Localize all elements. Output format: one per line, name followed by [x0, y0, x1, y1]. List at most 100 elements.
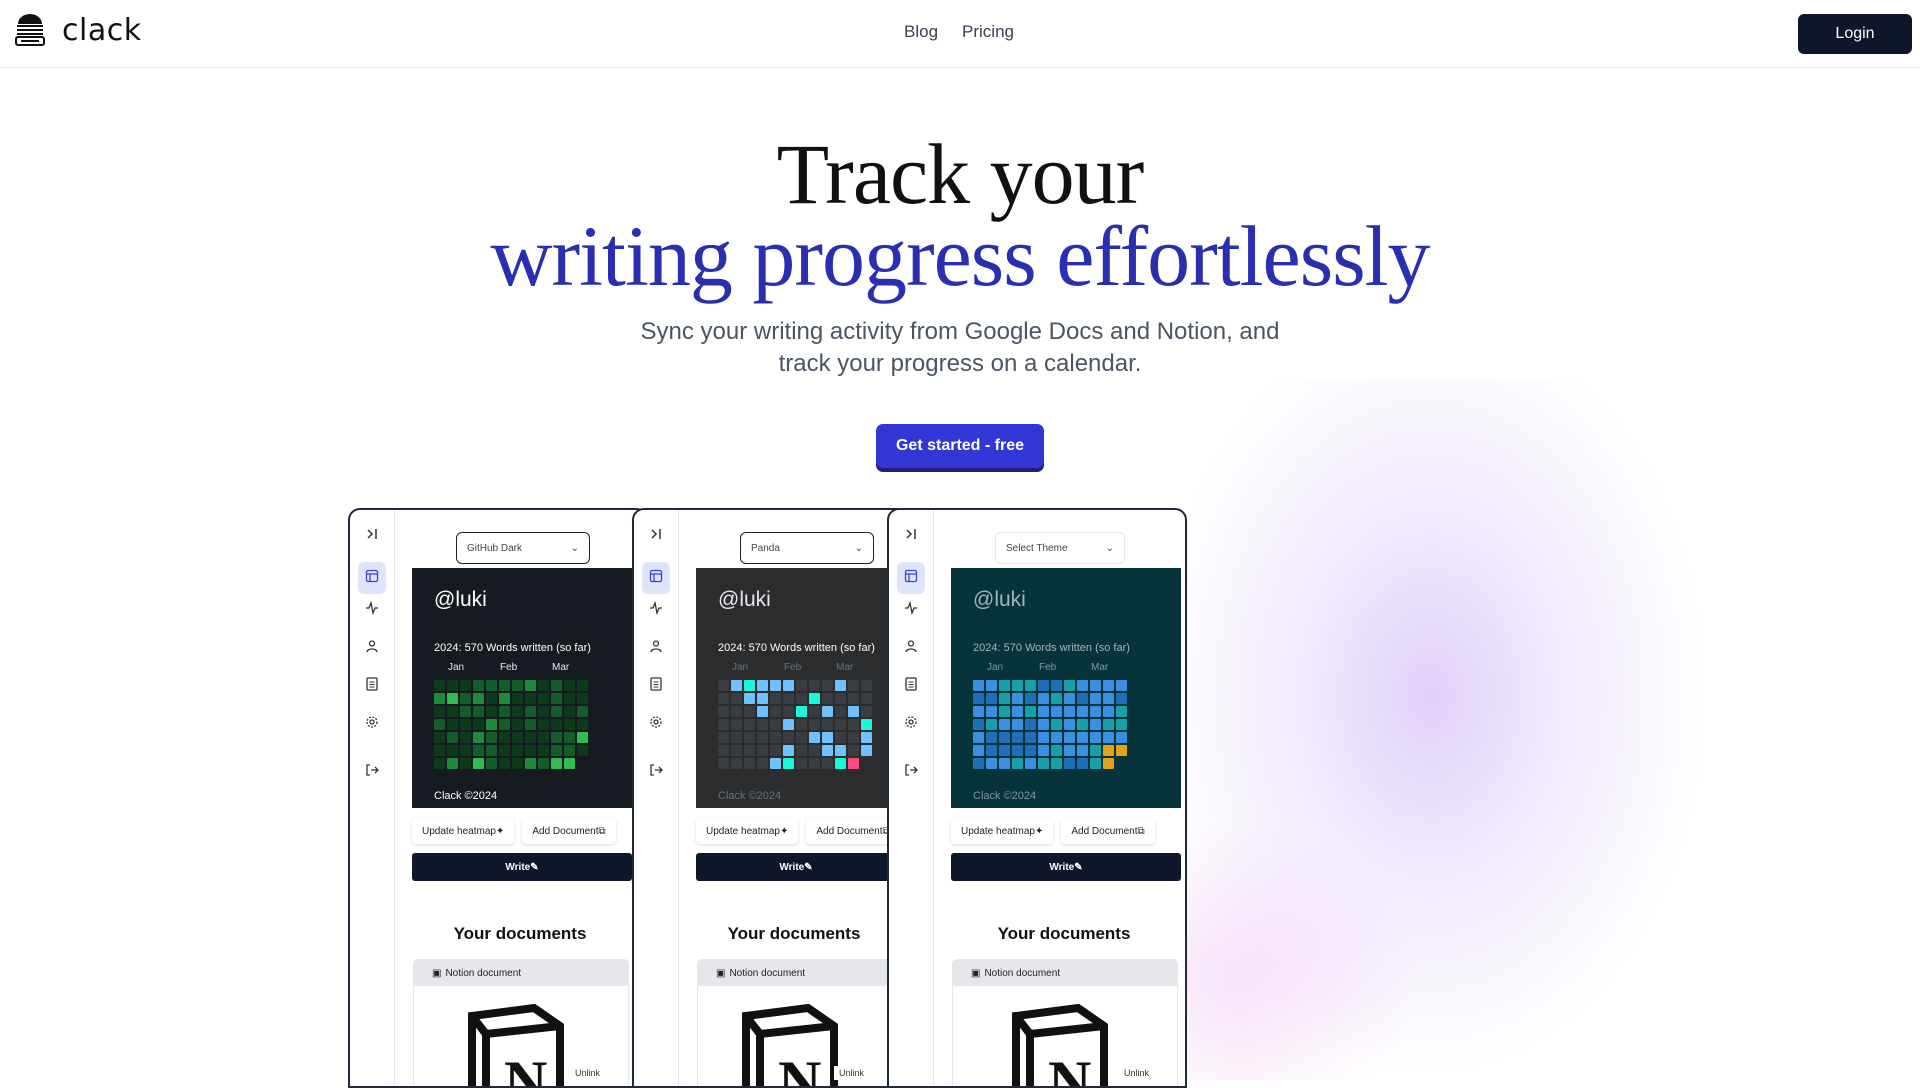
heatmap-cell — [434, 680, 445, 691]
heatmap-cell — [999, 758, 1010, 769]
sidebar-collapse-button[interactable] — [646, 526, 666, 546]
write-button[interactable]: Write ✎ — [696, 853, 896, 881]
heatmap-cell — [486, 706, 497, 717]
add-document-button[interactable]: Add Document ⧉ — [1061, 818, 1155, 844]
update-heatmap-button[interactable]: Update heatmap ✦ — [412, 818, 515, 844]
heatmap-cell — [1116, 693, 1127, 704]
heatmap-cell — [770, 732, 781, 743]
login-button[interactable]: Login — [1798, 14, 1912, 54]
heatmap-cell — [986, 732, 997, 743]
month-label: Mar — [836, 662, 854, 673]
heatmap-cell — [1038, 680, 1049, 691]
heatmap-cell — [744, 693, 755, 704]
notion-document-card[interactable]: ▣ Notion document N Unlink — [698, 960, 892, 1086]
nav-link-blog[interactable]: Blog — [904, 22, 938, 42]
heatmap-cell — [1012, 745, 1023, 756]
heatmap-cell — [783, 745, 794, 756]
heatmap-cell — [822, 745, 833, 756]
sidebar-layout-button[interactable] — [358, 562, 386, 594]
theme-select[interactable]: Panda ⌄ — [740, 532, 874, 564]
unlink-button[interactable]: Unlink — [1119, 1066, 1155, 1080]
update-heatmap-button[interactable]: Update heatmap ✦ — [951, 818, 1054, 844]
add-document-button[interactable]: Add Document ⧉ — [806, 818, 900, 844]
document-icon — [365, 676, 379, 696]
heatmap-cell — [434, 693, 445, 704]
sidebar-logout-button[interactable] — [901, 762, 921, 782]
heatmap-cell — [770, 719, 781, 730]
sidebar-user-button[interactable] — [362, 638, 382, 658]
heatmap-cell — [1103, 745, 1114, 756]
sidebar-logout-button[interactable] — [362, 762, 382, 782]
heatmap-cell — [486, 745, 497, 756]
sidebar-layout-button[interactable] — [642, 562, 670, 594]
heatmap-cell — [499, 758, 510, 769]
sidebar-user-button[interactable] — [901, 638, 921, 658]
heatmap-cell — [835, 693, 846, 704]
sidebar-activity-button[interactable] — [646, 600, 666, 620]
heatmap-cell — [1012, 693, 1023, 704]
unlink-button[interactable]: Unlink — [834, 1066, 870, 1080]
heatmap-cell — [1012, 732, 1023, 743]
app-sidebar — [350, 510, 395, 1086]
heatmap-cell — [1038, 719, 1049, 730]
user-icon — [904, 639, 918, 658]
heatmap-cell — [1025, 719, 1036, 730]
heatmap-cell — [731, 693, 742, 704]
write-button[interactable]: Write ✎ — [412, 853, 632, 881]
month-labels: Jan Feb Mar — [732, 662, 888, 673]
write-button[interactable]: Write ✎ — [951, 853, 1181, 881]
heatmap-cell — [473, 732, 484, 743]
settings-icon — [649, 715, 663, 734]
month-label: Feb — [1039, 662, 1057, 673]
heatmap-cell — [718, 758, 729, 769]
add-document-button[interactable]: Add Document ⧉ — [522, 818, 616, 844]
heatmap-cell — [551, 680, 562, 691]
heatmap-cell — [1025, 758, 1036, 769]
heatmap-cell — [551, 719, 562, 730]
update-heatmap-label: Update heatmap — [422, 825, 496, 837]
sidebar-settings-button[interactable] — [646, 714, 666, 734]
heatmap-cell — [1077, 745, 1088, 756]
sidebar-settings-button[interactable] — [901, 714, 921, 734]
brand-logo[interactable]: clack — [14, 12, 142, 48]
heatmap-cell — [1038, 693, 1049, 704]
sidebar-document-button[interactable] — [362, 676, 382, 696]
heatmap-cell — [551, 693, 562, 704]
heatmap-panel: @luki 2024: 570 Words written (so far) Jan… — [412, 568, 632, 808]
heatmap-cell — [1090, 706, 1101, 717]
get-started-button[interactable]: Get started - free — [876, 424, 1044, 468]
heatmap-cell — [757, 706, 768, 717]
sidebar-document-button[interactable] — [901, 676, 921, 696]
heatmap-cell — [822, 732, 833, 743]
theme-select[interactable]: Select Theme ⌄ — [995, 532, 1125, 564]
heatmap-cell — [986, 680, 997, 691]
layout-icon — [365, 569, 379, 588]
nav-link-pricing[interactable]: Pricing — [962, 22, 1014, 42]
words-written-summary: 2024: 570 Words written (so far) — [973, 642, 1130, 654]
unlink-button[interactable]: Unlink — [570, 1066, 606, 1080]
heatmap-cell — [538, 732, 549, 743]
heatmap-cell — [986, 719, 997, 730]
heatmap-cell — [473, 693, 484, 704]
sidebar-activity-button[interactable] — [362, 600, 382, 620]
sidebar-collapse-button[interactable] — [901, 526, 921, 546]
heatmap-cell — [460, 732, 471, 743]
notion-document-card[interactable]: ▣ Notion document N Unlink — [953, 960, 1177, 1086]
sidebar-collapse-button[interactable] — [362, 526, 382, 546]
theme-select[interactable]: GitHub Dark ⌄ — [456, 532, 590, 564]
sidebar-document-button[interactable] — [646, 676, 666, 696]
layout-icon — [649, 569, 663, 588]
sidebar-activity-button[interactable] — [901, 600, 921, 620]
update-heatmap-button[interactable]: Update heatmap ✦ — [696, 818, 799, 844]
sidebar-logout-button[interactable] — [646, 762, 666, 782]
sidebar-user-button[interactable] — [646, 638, 666, 658]
heatmap-cell — [757, 693, 768, 704]
heatmap-cell — [473, 745, 484, 756]
heatmap-cell — [1038, 706, 1049, 717]
notion-document-card[interactable]: ▣ Notion document N Unlink — [414, 960, 628, 1086]
sidebar-settings-button[interactable] — [362, 714, 382, 734]
add-document-label: Add Document — [1071, 825, 1138, 837]
app-preview-card: GitHub Dark ⌄ @luki 2024: 570 Words written… — [348, 508, 648, 1088]
sidebar-layout-button[interactable] — [897, 562, 925, 594]
heatmap-cell — [486, 758, 497, 769]
